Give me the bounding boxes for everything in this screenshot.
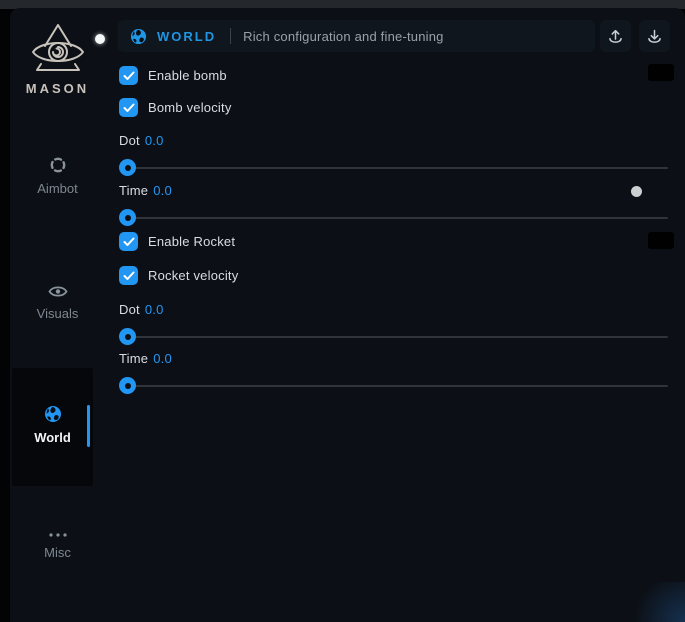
slider-handle[interactable] xyxy=(119,159,136,176)
bomb-color-swatch[interactable] xyxy=(648,64,674,81)
mason-logo-icon xyxy=(28,23,88,77)
sidebar-item-label: Visuals xyxy=(37,306,79,321)
checkbox-label: Rocket velocity xyxy=(148,268,238,283)
slider-value: 0.0 xyxy=(145,133,164,148)
slider-track[interactable] xyxy=(119,328,668,345)
ellipsis-icon xyxy=(48,532,68,538)
slider-value: 0.0 xyxy=(153,351,172,366)
check-icon xyxy=(123,71,135,81)
slider-rocket-time: Time0.0 xyxy=(119,351,668,394)
sidebar-item-label: Misc xyxy=(44,545,71,560)
sidebar-item-label: World xyxy=(34,430,71,445)
slider-handle[interactable] xyxy=(119,209,136,226)
header-divider xyxy=(230,28,231,44)
check-icon xyxy=(123,271,135,281)
checkbox-label: Enable bomb xyxy=(148,68,227,83)
checkbox-row-enable-rocket: Enable Rocket xyxy=(119,232,235,251)
checkbox-label: Enable Rocket xyxy=(148,234,235,249)
page-title: WORLD xyxy=(157,29,216,44)
sidebar-item-label: Aimbot xyxy=(37,181,77,196)
slider-rocket-dot: Dot0.0 xyxy=(119,302,668,345)
upload-config-button[interactable] xyxy=(600,20,631,52)
page-header: WORLD Rich configuration and fine-tuning xyxy=(118,20,595,52)
download-config-button[interactable] xyxy=(639,20,670,52)
slider-track[interactable] xyxy=(119,377,668,394)
slider-value: 0.0 xyxy=(145,302,164,317)
cursor-dot xyxy=(631,186,642,197)
slider-handle[interactable] xyxy=(119,377,136,394)
checkbox-label: Bomb velocity xyxy=(148,100,232,115)
rocket-velocity-checkbox[interactable] xyxy=(119,266,138,285)
slider-bomb-dot: Dot0.0 xyxy=(119,133,668,176)
screen: MASON Aimbot Visuals xyxy=(0,0,685,622)
slider-bomb-time: Time0.0 xyxy=(119,183,668,226)
sidebar-item-visuals[interactable]: Visuals xyxy=(10,284,105,321)
slider-handle[interactable] xyxy=(119,328,136,345)
slider-value: 0.0 xyxy=(153,183,172,198)
enable-bomb-checkbox[interactable] xyxy=(119,66,138,85)
slider-label: Dot0.0 xyxy=(119,133,668,148)
sidebar-item-aimbot[interactable]: Aimbot xyxy=(10,156,105,196)
cursor-dot xyxy=(95,34,105,44)
slider-label: Time0.0 xyxy=(119,351,668,366)
bomb-velocity-checkbox[interactable] xyxy=(119,98,138,117)
sidebar: MASON Aimbot Visuals xyxy=(10,8,105,622)
logo: MASON xyxy=(10,23,105,96)
eye-icon xyxy=(48,284,68,299)
sidebar-item-world[interactable]: World xyxy=(12,368,93,486)
enable-rocket-checkbox[interactable] xyxy=(119,232,138,251)
page-subtitle: Rich configuration and fine-tuning xyxy=(243,29,443,44)
checkbox-row-bomb-velocity: Bomb velocity xyxy=(119,98,232,117)
download-icon xyxy=(646,28,663,45)
logo-text: MASON xyxy=(10,81,105,96)
crosshair-icon xyxy=(49,156,67,174)
cheat-window: MASON Aimbot Visuals xyxy=(10,8,685,622)
checkbox-row-enable-bomb: Enable bomb xyxy=(119,66,227,85)
check-icon xyxy=(123,103,135,113)
check-icon xyxy=(123,237,135,247)
slider-label: Dot0.0 xyxy=(119,302,668,317)
globe-icon xyxy=(44,405,62,423)
sidebar-item-misc[interactable]: Misc xyxy=(10,532,105,560)
upload-icon xyxy=(607,28,624,45)
slider-label: Time0.0 xyxy=(119,183,668,198)
rocket-color-swatch[interactable] xyxy=(648,232,674,249)
slider-track[interactable] xyxy=(119,159,668,176)
checkbox-row-rocket-velocity: Rocket velocity xyxy=(119,266,238,285)
globe-icon xyxy=(130,28,147,45)
slider-track[interactable] xyxy=(119,209,668,226)
